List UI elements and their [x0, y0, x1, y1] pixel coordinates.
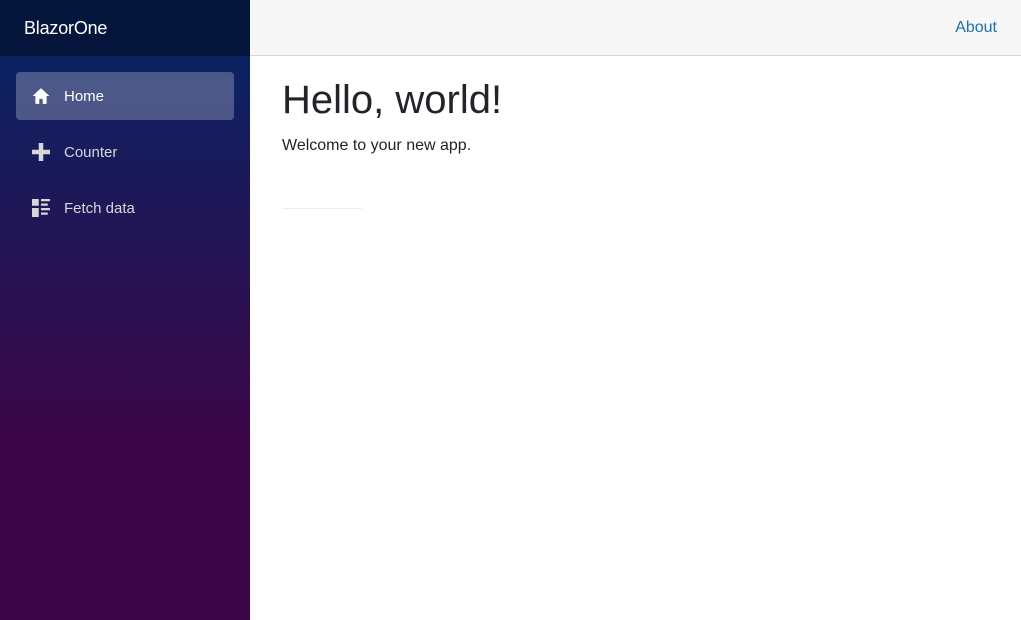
sidebar-item-home[interactable]: Home: [16, 72, 234, 120]
sidebar-item-label: Counter: [64, 143, 118, 161]
page-title: Hello, world!: [282, 78, 503, 122]
page-content: Hello, world! Welcome to your new app.: [250, 56, 1021, 209]
brand-link[interactable]: BlazorOne: [24, 18, 107, 39]
plus-icon: [32, 143, 50, 161]
top-row: About: [250, 0, 1021, 56]
list-rich-icon: [32, 199, 50, 217]
about-link[interactable]: About: [955, 19, 997, 37]
sidebar-item-label: Fetch data: [64, 199, 135, 217]
app-root: BlazorOne Home Counter Fetch data About …: [0, 0, 1021, 620]
sidebar: BlazorOne Home Counter Fetch data: [0, 0, 250, 620]
sidebar-item-label: Home: [64, 87, 105, 105]
brand-bar: BlazorOne: [0, 0, 250, 56]
sidebar-item-fetch-data[interactable]: Fetch data: [16, 184, 234, 232]
welcome-text: Welcome to your new app.: [282, 137, 472, 154]
main-area: About Hello, world! Welcome to your new …: [250, 0, 1021, 620]
sidebar-nav: Home Counter Fetch data: [0, 56, 250, 240]
sidebar-item-counter[interactable]: Counter: [16, 128, 234, 176]
home-icon: [32, 87, 50, 105]
content-divider: [282, 208, 362, 209]
